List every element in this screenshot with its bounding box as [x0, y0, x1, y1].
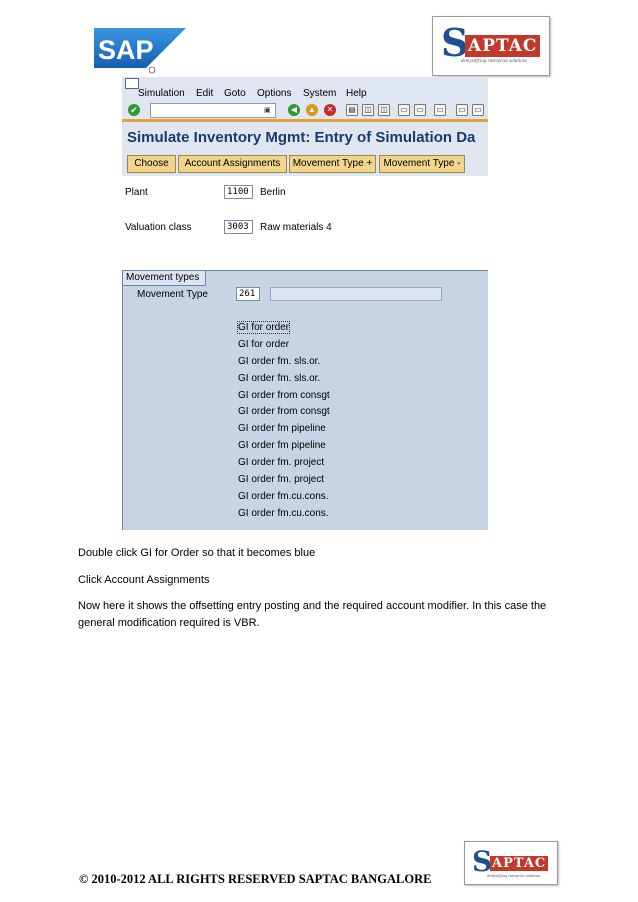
command-field[interactable] — [150, 103, 276, 118]
movement-type-list-item[interactable]: GI order fm.cu.cons. — [238, 506, 330, 523]
standard-toolbar: ✔ ▣ ◀ ▲ ✕ ▤ ◫ ◫ ▭ ▭ ▭ ▭ ▭ — [122, 101, 488, 122]
movement-type-list-item-text: GI order fm. sls.or. — [238, 372, 321, 384]
shortcut-icon[interactable]: ▭ — [472, 104, 484, 116]
movement-type-list-item[interactable]: GI order fm. sls.or. — [238, 371, 330, 388]
sap-logo: SAP — [94, 28, 186, 74]
account-assignments-button[interactable]: Account Assignments — [178, 155, 287, 173]
menu-goto[interactable]: Goto — [224, 88, 246, 99]
movement-type-list-item-text: GI order fm. project — [238, 457, 325, 469]
choose-button[interactable]: Choose — [127, 155, 176, 173]
movement-types-group: Movement types Movement Type 261 GI for … — [122, 270, 488, 530]
movement-type-list: GI for order GI for order GI order fm. sls… — [236, 320, 330, 523]
application-toolbar: Choose Account Assignments Movement Type… — [122, 152, 488, 176]
movement-type-list-item[interactable]: GI order from consgt — [238, 388, 330, 405]
menu-help[interactable]: Help — [346, 88, 367, 99]
valuation-class-label: Valuation class — [125, 222, 192, 233]
plant-name: Berlin — [260, 187, 286, 198]
movement-type-field[interactable]: 261 — [236, 287, 260, 301]
next-page-icon[interactable]: ▭ — [434, 104, 446, 116]
saptac-logo: S APTAC demystifying enterprise solution… — [432, 16, 550, 76]
valuation-class-field[interactable]: 3003 — [224, 220, 253, 234]
movement-type-list-item[interactable]: GI order fm. sls.or. — [238, 354, 330, 371]
movement-type-list-item[interactable]: GI order from consgt — [238, 404, 330, 421]
movement-type-list-item-text: GI order from consgt — [238, 406, 330, 418]
movement-type-list-item[interactable]: GI order fm. project — [238, 472, 330, 489]
menu-edit[interactable]: Edit — [196, 88, 213, 99]
movement-type-plus-button[interactable]: Movement Type + — [289, 155, 376, 173]
movement-type-list-item[interactable]: GI for order — [236, 320, 330, 337]
sap-window: Simulation Edit Goto Options System Help… — [122, 77, 488, 530]
movement-type-list-item[interactable]: GI order fm. project — [238, 455, 330, 472]
find-next-icon[interactable]: ◫ — [378, 104, 390, 116]
instruction-3: Now here it shows the offsetting entry p… — [78, 600, 547, 629]
instruction-1: Double click GI for Order so that it bec… — [78, 547, 316, 559]
new-session-icon[interactable]: ▭ — [456, 104, 468, 116]
back-icon[interactable]: ◀ — [288, 104, 300, 116]
command-dropdown-icon[interactable]: ▣ — [264, 106, 271, 114]
movement-type-list-item[interactable]: GI order fm.cu.cons. — [238, 489, 330, 506]
previous-page-icon[interactable]: ▭ — [414, 104, 426, 116]
movement-type-list-item-text: GI order fm. project — [238, 474, 325, 486]
movement-type-minus-button[interactable]: Movement Type - — [379, 155, 465, 173]
first-page-icon[interactable]: ▭ — [398, 104, 410, 116]
menu-bar: Simulation Edit Goto Options System Help — [122, 77, 488, 101]
movement-type-list-item-text: GI for order — [236, 321, 291, 334]
print-icon[interactable]: ▤ — [346, 104, 358, 116]
movement-type-list-item-text: GI order from consgt — [238, 389, 330, 401]
enter-check-icon[interactable]: ✔ — [128, 104, 140, 116]
exit-icon[interactable]: ▲ — [306, 104, 318, 116]
movement-type-list-item-text: GI order fm. sls.or. — [238, 355, 321, 367]
instruction-2: Click Account Assignments — [78, 574, 210, 586]
movement-type-description-field — [270, 287, 442, 301]
saptac-logo-name: APTAC — [465, 35, 541, 57]
menu-system[interactable]: System — [303, 88, 336, 99]
movement-type-list-item[interactable]: GI order fm pipeline — [238, 438, 330, 455]
movement-type-list-item-text: GI order fm pipeline — [238, 423, 326, 435]
movement-type-list-item-text: GI for order — [238, 338, 290, 350]
movement-type-list-item-text: GI order fm.cu.cons. — [238, 507, 329, 519]
saptac-logo-tagline: demystifying enterprise solutions — [461, 59, 528, 64]
menu-options[interactable]: Options — [257, 88, 291, 99]
movement-type-list-item[interactable]: GI order fm pipeline — [238, 421, 330, 438]
movement-type-list-item[interactable]: GI for order — [238, 337, 330, 354]
title-bar: Simulate Inventory Mgmt: Entry of Simula… — [122, 122, 488, 152]
find-icon[interactable]: ◫ — [362, 104, 374, 116]
movement-types-group-title: Movement types — [123, 271, 207, 286]
menu-simulation[interactable]: Simulation — [138, 88, 185, 99]
movement-type-list-item-text: GI order fm pipeline — [238, 440, 326, 452]
movement-type-label: Movement Type — [137, 289, 208, 300]
saptac-logo-footer: S APTAC demystifying enterprise solution… — [464, 841, 558, 885]
plant-field[interactable]: 1100 — [224, 185, 253, 199]
sap-logo-text: SAP — [98, 35, 154, 65]
window-menu-icon[interactable] — [125, 78, 139, 89]
movement-type-list-item-text: GI order fm.cu.cons. — [238, 490, 329, 502]
page-title: Simulate Inventory Mgmt: Entry of Simula… — [127, 129, 476, 146]
valuation-class-text: Raw materials 4 — [260, 222, 332, 233]
saptac-footer-name: APTAC — [490, 856, 549, 871]
cancel-icon[interactable]: ✕ — [324, 104, 336, 116]
saptac-footer-tagline: demystifying enterprise solutions — [487, 873, 540, 878]
copyright-footer: © 2010-2012 ALL RIGHTS RESERVED SAPTAC B… — [79, 872, 432, 886]
plant-label: Plant — [125, 187, 148, 198]
